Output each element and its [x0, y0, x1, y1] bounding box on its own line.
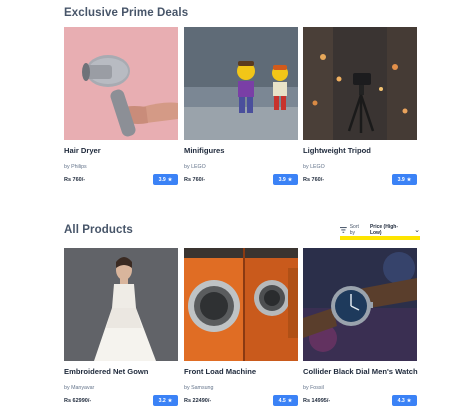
product-image-front-load-machine[interactable]	[184, 248, 298, 361]
rating-badge: 3.9 ★	[153, 174, 178, 185]
product-brand: by Manyavar	[64, 385, 95, 391]
product-name[interactable]: Lightweight Tripod	[303, 146, 371, 155]
product-name[interactable]: Front Load Machine	[184, 367, 256, 376]
all-products-title: All Products	[64, 224, 133, 236]
product-price: Rs 14995/-	[303, 398, 331, 404]
product-card[interactable]: Front Load Machine by Samsung Rs 22490/-…	[184, 248, 298, 406]
star-icon: ★	[287, 176, 293, 183]
rating-value: 3.9	[278, 176, 286, 183]
product-card[interactable]: Hair Dryer by Philips Rs 760/- 3.9 ★	[64, 27, 178, 185]
rating-badge: 3.9 ★	[392, 174, 417, 185]
product-brand: by LEGO	[303, 164, 325, 170]
star-icon: ★	[167, 176, 173, 183]
sort-label: Sort by	[349, 224, 359, 236]
rating-badge: 4.5 ★	[273, 395, 298, 406]
sort-icon	[340, 227, 347, 233]
product-brand: by Philips	[64, 164, 87, 170]
product-price: Rs 62990/-	[64, 398, 92, 404]
product-image-hair-dryer[interactable]	[64, 27, 178, 140]
product-card[interactable]: Embroidered Net Gown by Manyavar Rs 6299…	[64, 248, 178, 406]
product-image-tripod[interactable]	[303, 27, 417, 140]
product-card[interactable]: Minifigures by LEGO Rs 760/- 3.9 ★	[184, 27, 298, 185]
product-image-net-gown[interactable]	[64, 248, 178, 361]
prime-deals-title: Exclusive Prime Deals	[64, 7, 189, 19]
rating-value: 4.5	[278, 397, 286, 404]
rating-value: 3.2	[158, 397, 166, 404]
rating-badge: 4.3 ★	[392, 395, 417, 406]
product-name[interactable]: Hair Dryer	[64, 146, 101, 155]
product-brand: by Samsung	[184, 385, 214, 391]
sort-control[interactable]: Sort by Price (High-Low) ⌄	[340, 223, 420, 237]
star-icon: ★	[287, 397, 293, 404]
chevron-down-icon[interactable]: ⌄	[414, 226, 420, 234]
sort-select[interactable]: Price (High-Low)	[370, 224, 408, 236]
product-price: Rs 760/-	[184, 177, 206, 183]
product-image-minifigures[interactable]	[184, 27, 298, 140]
product-price: Rs 760/-	[303, 177, 325, 183]
product-name[interactable]: Embroidered Net Gown	[64, 367, 148, 376]
rating-value: 3.9	[158, 176, 166, 183]
product-brand: by Fossil	[303, 385, 324, 391]
product-price: Rs 22490/-	[184, 398, 212, 404]
product-image-watch[interactable]	[303, 248, 417, 361]
product-card[interactable]: Lightweight Tripod by LEGO Rs 760/- 3.9 …	[303, 27, 417, 185]
product-card[interactable]: Collider Black Dial Men's Watch by Fossi…	[303, 248, 418, 406]
product-name[interactable]: Collider Black Dial Men's Watch	[303, 367, 418, 376]
rating-badge: 3.2 ★	[153, 395, 178, 406]
rating-value: 4.3	[397, 397, 405, 404]
rating-badge: 3.9 ★	[273, 174, 298, 185]
sort-highlight-bar	[340, 236, 420, 240]
product-brand: by LEGO	[184, 164, 206, 170]
star-icon: ★	[406, 176, 412, 183]
rating-value: 3.9	[397, 176, 405, 183]
product-price: Rs 760/-	[64, 177, 86, 183]
star-icon: ★	[167, 397, 173, 404]
product-name[interactable]: Minifigures	[184, 146, 225, 155]
star-icon: ★	[406, 397, 412, 404]
